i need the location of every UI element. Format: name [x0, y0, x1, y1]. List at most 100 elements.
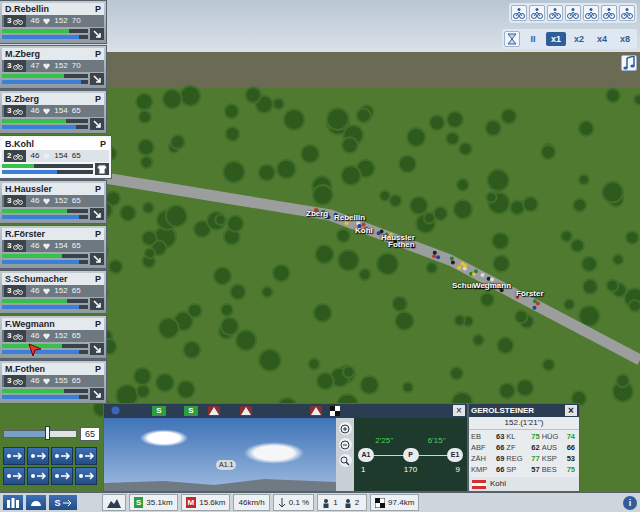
effort-slider[interactable]: [3, 430, 77, 438]
time-button[interactable]: [504, 31, 520, 47]
order-button[interactable]: [95, 163, 109, 175]
finish-flag-icon: [375, 498, 385, 508]
waypoint-label[interactable]: A1.1: [216, 460, 236, 470]
heart-icon: [43, 63, 50, 70]
rider-label[interactable]: Wegmann: [473, 281, 511, 290]
order-button[interactable]: [90, 253, 104, 265]
zoom-out-button[interactable]: [339, 438, 352, 451]
group-box: 3: [4, 240, 26, 252]
camera-button[interactable]: [547, 5, 563, 21]
route-marker[interactable]: S: [184, 406, 198, 416]
rider-name: S.Schumacher: [5, 273, 68, 285]
tactic-icon: [54, 451, 70, 461]
info-button[interactable]: i: [623, 496, 637, 510]
speed-button[interactable]: x2: [569, 32, 589, 46]
order-button[interactable]: [90, 28, 104, 40]
tactic-button[interactable]: [3, 467, 25, 485]
start-icon: [111, 406, 120, 415]
arrow-icon: [92, 254, 102, 264]
tactic-button[interactable]: [75, 467, 97, 485]
flag-icon: [472, 480, 486, 489]
energy-bar: [2, 344, 88, 348]
camera-button[interactable]: [511, 5, 527, 21]
effort-bar: [2, 305, 88, 309]
rider-list: D.RebellinP34615270M.ZbergP34715270B.Zbe…: [0, 0, 107, 403]
tactic-button[interactable]: [3, 447, 25, 465]
rider-role: P: [95, 183, 101, 195]
group-map: 2'25''6'15''A1PE111709: [354, 418, 467, 491]
group-point[interactable]: A1: [358, 448, 374, 462]
route-marker[interactable]: [110, 406, 120, 416]
camera-toolbar: [509, 3, 637, 23]
speed-button[interactable]: x1: [546, 32, 566, 46]
rider-card[interactable]: H.HausslerP34615265: [0, 180, 107, 224]
helmet-button[interactable]: [26, 495, 46, 510]
group-box: 3: [4, 285, 26, 297]
group-point[interactable]: E1: [447, 448, 463, 462]
cyclist-icon: [513, 7, 525, 19]
effort-bar: [2, 215, 88, 219]
order-button[interactable]: [90, 208, 104, 220]
order-button[interactable]: [90, 118, 104, 130]
rider-card[interactable]: F.WegmannP34615265: [0, 315, 107, 359]
tactic-button[interactable]: [51, 467, 73, 485]
heart-icon: [43, 198, 50, 205]
group-readout: 12: [317, 494, 367, 511]
rider-role: P: [95, 363, 101, 375]
rider-card[interactable]: M.FothenP34615565: [0, 360, 107, 404]
rider-name: R.Förster: [5, 228, 45, 240]
music-button[interactable]: [621, 55, 637, 71]
rider-card[interactable]: B.ZbergP34615465: [0, 90, 107, 134]
camera-button[interactable]: [619, 5, 635, 21]
s-button[interactable]: S: [49, 495, 77, 510]
order-button[interactable]: [90, 388, 104, 400]
arrow-icon: [92, 29, 102, 39]
camera-button[interactable]: [583, 5, 599, 21]
tactic-button[interactable]: [51, 447, 73, 465]
rider-card[interactable]: D.RebellinP34615270: [0, 0, 107, 44]
rider-card[interactable]: S.SchumacherP34615265: [0, 270, 107, 314]
close-button[interactable]: ×: [453, 405, 465, 416]
camera-button[interactable]: [529, 5, 545, 21]
cyclist-icon: [531, 7, 543, 19]
group-point[interactable]: P: [403, 448, 419, 462]
speed-button[interactable]: II: [523, 32, 543, 46]
route-marker[interactable]: [208, 406, 220, 416]
order-button[interactable]: [90, 298, 104, 310]
route-marker[interactable]: [310, 406, 322, 416]
camera-button[interactable]: [601, 5, 617, 21]
profile-toggle[interactable]: [102, 494, 126, 511]
rider-stat: KMP66: [471, 464, 506, 475]
rider-label[interactable]: Förster: [516, 289, 544, 298]
speed-button[interactable]: x8: [615, 32, 635, 46]
effort-bar: [2, 35, 88, 39]
route-marker[interactable]: [240, 406, 252, 416]
group-count: 1: [361, 465, 365, 474]
tactic-button[interactable]: [75, 447, 97, 465]
rider-card[interactable]: B.KohlP24615465: [0, 135, 112, 179]
route-marker[interactable]: S: [152, 406, 166, 416]
route-marker[interactable]: [330, 406, 340, 416]
effort-bar: [2, 170, 93, 174]
rider-label[interactable]: Fothen: [388, 240, 415, 249]
tactic-button[interactable]: [27, 467, 49, 485]
close-button[interactable]: ×: [565, 405, 577, 416]
cyclist-icon: [603, 7, 615, 19]
rider-label[interactable]: Kohl: [355, 226, 373, 235]
speed-button[interactable]: x4: [592, 32, 612, 46]
order-button[interactable]: [90, 343, 104, 355]
rider-card[interactable]: R.FörsterP34615465: [0, 225, 107, 269]
camera-button[interactable]: [565, 5, 581, 21]
tactic-button[interactable]: [27, 447, 49, 465]
team-button[interactable]: [3, 495, 23, 510]
rider-card[interactable]: M.ZbergP34715270: [0, 45, 107, 89]
magnifier-icon: [340, 456, 350, 466]
rider-label[interactable]: Rebellin: [334, 213, 365, 222]
order-button[interactable]: [90, 73, 104, 85]
tactic-icon: [78, 471, 94, 481]
search-button[interactable]: [339, 454, 352, 467]
game-screen: ZbergRebellinKohlHausslerFothenSchumache…: [0, 0, 640, 512]
speed-readout: 46km/h: [233, 494, 269, 511]
rider-label[interactable]: Zberg: [306, 209, 328, 218]
zoom-in-button[interactable]: [339, 422, 352, 435]
